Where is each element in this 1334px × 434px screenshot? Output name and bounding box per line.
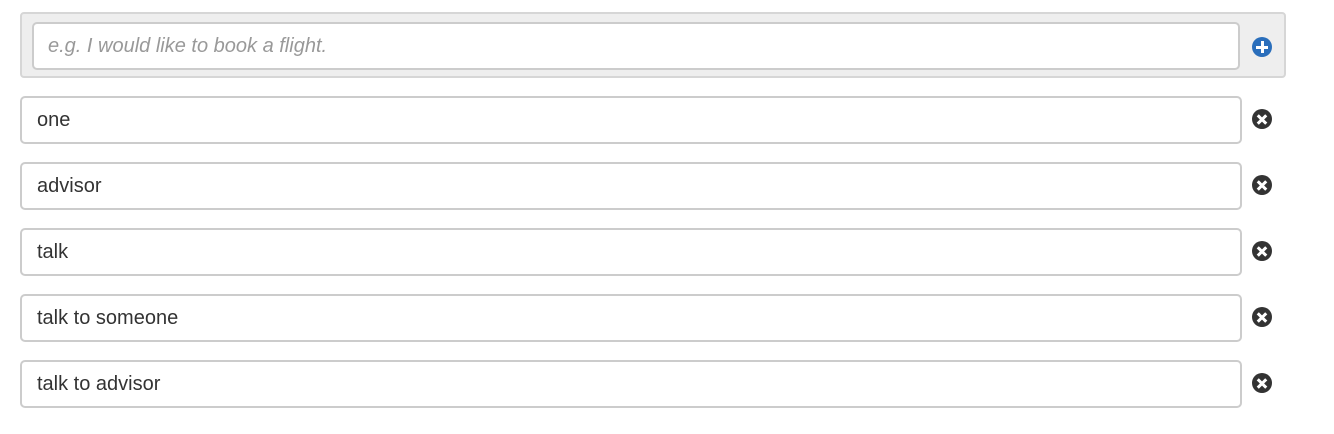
example-row: talk — [20, 228, 1290, 276]
example-row: one — [20, 96, 1290, 144]
examples-editor: one advisor talk talk to someone talk to… — [0, 0, 1334, 434]
remove-circle-icon[interactable] — [1252, 373, 1272, 393]
example-input[interactable]: one — [20, 96, 1242, 144]
example-row: talk to someone — [20, 294, 1290, 342]
example-input[interactable]: talk — [20, 228, 1242, 276]
example-input[interactable]: advisor — [20, 162, 1242, 210]
example-input[interactable]: talk to advisor — [20, 360, 1242, 408]
remove-circle-icon[interactable] — [1252, 307, 1272, 327]
new-example-row — [20, 12, 1286, 78]
new-example-input[interactable] — [32, 22, 1240, 70]
plus-circle-icon[interactable] — [1252, 37, 1272, 57]
remove-circle-icon[interactable] — [1252, 175, 1272, 195]
remove-circle-icon[interactable] — [1252, 241, 1272, 261]
example-row: advisor — [20, 162, 1290, 210]
example-input[interactable]: talk to someone — [20, 294, 1242, 342]
example-row: talk to advisor — [20, 360, 1290, 408]
remove-circle-icon[interactable] — [1252, 109, 1272, 129]
